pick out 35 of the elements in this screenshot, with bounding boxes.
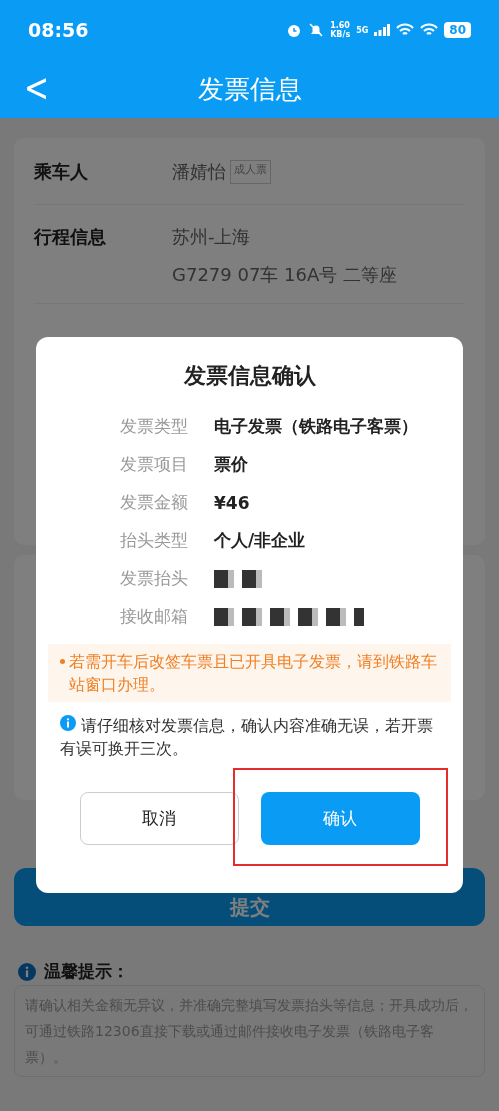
dialog-title: 发票信息确认 (183, 362, 316, 390)
invoice-field-value: 个人/非企业 (214, 529, 306, 552)
invoice-field-label: 接收邮箱 (119, 605, 188, 628)
invoice-field-value: 票价 (214, 453, 248, 476)
info-icon (18, 962, 36, 981)
wifi-icon (420, 23, 439, 37)
battery-indicator: 80 (444, 22, 471, 38)
signal-icon (374, 24, 391, 36)
invoice-field-label: 抬头类型 (119, 529, 188, 552)
field-label: 行程信息 (34, 225, 107, 249)
status-time: 08:56 (28, 19, 89, 41)
muted-bell-icon (308, 22, 325, 38)
page-title: 发票信息 (197, 72, 302, 106)
invoice-field-value: ¥46 (214, 492, 250, 513)
passenger-name: 潘婧怡 (172, 160, 226, 184)
trip-route: 苏州-上海 (172, 225, 252, 249)
invoice-field-value: 电子发票（铁路电子客票） (214, 415, 418, 438)
invoice-field-label: 发票金额 (119, 491, 188, 514)
network-label: 5G (356, 25, 369, 35)
speed-unit: KB/s (330, 30, 351, 39)
back-button[interactable]: < (18, 64, 56, 111)
tips-title: 温馨提示： (44, 960, 129, 983)
field-label: 乘车人 (34, 160, 89, 184)
alarm-icon (286, 22, 303, 38)
bullet-icon (60, 659, 65, 664)
confirm-button[interactable]: 确认 (260, 792, 420, 845)
trip-seat: G7279 07车 16A号 二等座 (172, 263, 398, 287)
warning-text: 若需开车后改签车票且已开具电子发票，请到铁路车站窗口办理。 (69, 651, 438, 696)
invoice-field-label: 发票抬头 (119, 567, 188, 590)
invoice-field-label: 发票项目 (119, 453, 188, 476)
wifi-icon (396, 23, 415, 37)
speed-value: 1.60 (330, 21, 351, 30)
info-text: 请仔细核对发票信息，确认内容准确无误，若开票有误可换开三次。 (59, 714, 435, 760)
info-icon (60, 715, 76, 731)
invoice-field-label: 发票类型 (119, 415, 188, 438)
